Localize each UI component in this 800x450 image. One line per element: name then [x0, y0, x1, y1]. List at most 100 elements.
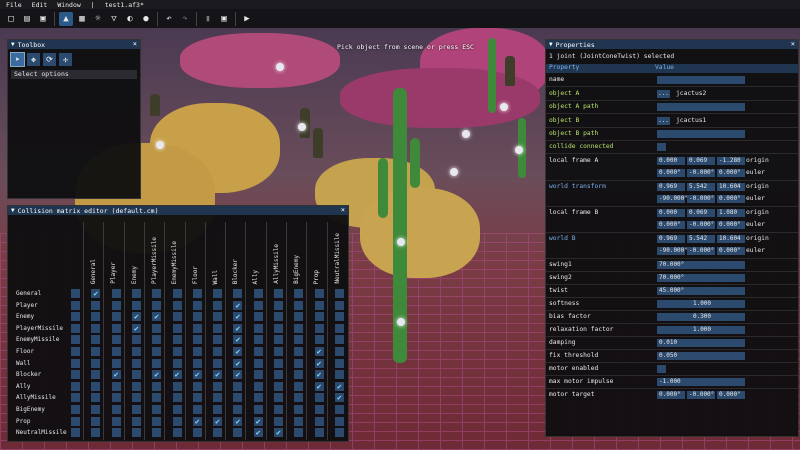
collision-checkbox[interactable] — [253, 381, 263, 391]
collision-checkbox[interactable] — [253, 370, 263, 380]
collision-checkbox[interactable] — [131, 428, 141, 438]
collision-checkbox[interactable]: ✔ — [233, 416, 243, 426]
collision-checkbox[interactable] — [172, 428, 182, 438]
circle-icon[interactable]: ● — [139, 12, 153, 26]
collision-checkbox[interactable] — [314, 312, 324, 322]
collision-checkbox[interactable] — [192, 289, 202, 298]
cone-icon[interactable]: ▽ — [107, 12, 121, 26]
collision-checkbox[interactable] — [253, 358, 263, 368]
collision-checkbox[interactable] — [213, 428, 223, 438]
collision-checkbox[interactable] — [334, 323, 344, 333]
collision-checkbox[interactable] — [192, 300, 202, 310]
collision-checkbox[interactable]: ✔ — [131, 312, 141, 322]
fix-threshold-field[interactable]: 0.050 — [657, 352, 745, 360]
euler-x-field[interactable]: -90.000° — [657, 195, 688, 203]
collision-checkbox[interactable]: ✔ — [172, 370, 182, 380]
collision-checkbox[interactable]: ✔ — [192, 416, 202, 426]
collision-checkbox[interactable] — [334, 312, 344, 322]
collapse-arrow-icon[interactable]: ▼ — [549, 41, 553, 48]
collision-checkbox[interactable]: ✔ — [233, 300, 243, 310]
collision-checkbox[interactable] — [111, 416, 121, 426]
joint-marker[interactable] — [397, 238, 405, 246]
collision-checkbox[interactable]: ✔ — [152, 312, 162, 322]
select-mode-icon[interactable]: ▲ — [59, 11, 73, 26]
collision-checkbox[interactable] — [152, 428, 162, 438]
collision-checkbox[interactable] — [131, 381, 141, 391]
collision-checkbox[interactable] — [111, 289, 121, 298]
collision-checkbox[interactable] — [71, 300, 80, 310]
collision-checkbox[interactable] — [172, 358, 182, 368]
trash-icon[interactable]: ▮ — [201, 12, 215, 26]
collision-checkbox[interactable] — [172, 312, 182, 322]
origin-x-field[interactable]: 0.969 — [657, 183, 685, 191]
name-input[interactable] — [657, 76, 745, 84]
motor-enabled-checkbox[interactable] — [657, 365, 666, 373]
joint-marker[interactable] — [397, 318, 405, 326]
collision-checkbox[interactable] — [111, 300, 121, 310]
collision-checkbox[interactable] — [334, 347, 344, 356]
collision-checkbox[interactable] — [294, 335, 304, 345]
collision-checkbox[interactable] — [233, 381, 243, 391]
collision-checkbox[interactable] — [91, 405, 101, 414]
close-icon[interactable]: × — [341, 206, 345, 214]
joint-marker[interactable] — [276, 63, 284, 71]
collision-checkbox[interactable] — [111, 323, 121, 333]
collision-checkbox[interactable] — [111, 347, 121, 356]
redo-icon[interactable]: ↷ — [178, 12, 192, 26]
euler-z-field[interactable]: 0.000° — [717, 247, 745, 255]
collision-checkbox[interactable] — [91, 370, 101, 380]
collision-checkbox[interactable] — [334, 416, 344, 426]
collision-checkbox[interactable] — [314, 289, 324, 298]
collision-checkbox[interactable] — [253, 289, 263, 298]
collision-checkbox[interactable] — [71, 381, 80, 391]
joint-marker[interactable] — [515, 146, 523, 154]
euler-y-field[interactable]: -0.000° — [687, 221, 715, 229]
collision-checkbox[interactable] — [192, 393, 202, 403]
collision-checkbox[interactable] — [71, 428, 80, 438]
collision-checkbox[interactable]: ✔ — [334, 393, 344, 403]
collision-checkbox[interactable] — [91, 381, 101, 391]
collision-checkbox[interactable] — [233, 289, 243, 298]
browse-button[interactable]: ... — [657, 117, 670, 125]
menu-edit[interactable]: Edit — [32, 1, 48, 9]
collision-checkbox[interactable] — [131, 347, 141, 356]
collision-checkbox[interactable] — [274, 381, 283, 391]
close-icon[interactable]: × — [791, 40, 795, 48]
collision-checkbox[interactable] — [233, 428, 243, 438]
collision-checkbox[interactable]: ✔ — [233, 347, 243, 356]
new-file-icon[interactable]: □ — [4, 12, 18, 26]
origin-y-field[interactable]: 0.069 — [687, 157, 715, 165]
collision-checkbox[interactable] — [131, 289, 141, 298]
collision-checkbox[interactable] — [152, 405, 162, 414]
collision-checkbox[interactable] — [91, 358, 101, 368]
collision-checkbox[interactable] — [294, 381, 304, 391]
collision-checkbox[interactable] — [334, 405, 344, 414]
collision-checkbox[interactable] — [111, 335, 121, 345]
collapse-arrow-icon[interactable]: ▼ — [11, 207, 15, 214]
relaxation-factor-field[interactable]: 1.000 — [657, 326, 745, 334]
max-motor-impulse-field[interactable]: -1.000 — [657, 378, 745, 386]
collision-checkbox[interactable] — [334, 358, 344, 368]
collision-checkbox[interactable] — [192, 347, 202, 356]
joint-marker[interactable] — [156, 141, 164, 149]
motor-target-y-field[interactable]: -0.000° — [687, 391, 715, 399]
collision-checkbox[interactable] — [213, 335, 223, 345]
collision-checkbox[interactable] — [172, 289, 182, 298]
collision-checkbox[interactable] — [131, 358, 141, 368]
collision-checkbox[interactable] — [213, 381, 223, 391]
collision-checkbox[interactable] — [253, 393, 263, 403]
euler-y-field[interactable]: -0.000° — [687, 169, 715, 177]
collision-checkbox[interactable]: ✔ — [233, 323, 243, 333]
collision-checkbox[interactable] — [294, 347, 304, 356]
collision-checkbox[interactable] — [91, 416, 101, 426]
collision-checkbox[interactable] — [111, 358, 121, 368]
collision-checkbox[interactable] — [314, 300, 324, 310]
collision-checkbox[interactable] — [152, 393, 162, 403]
origin-x-field[interactable]: 0.000 — [657, 157, 685, 165]
collision-checkbox[interactable] — [91, 393, 101, 403]
joint-marker[interactable] — [298, 123, 306, 131]
euler-y-field[interactable]: -0.000° — [687, 195, 715, 203]
origin-z-field[interactable]: 10.604 — [717, 235, 745, 243]
collision-checkbox[interactable] — [192, 358, 202, 368]
properties-title-bar[interactable]: ▼ Properties × — [546, 40, 798, 49]
